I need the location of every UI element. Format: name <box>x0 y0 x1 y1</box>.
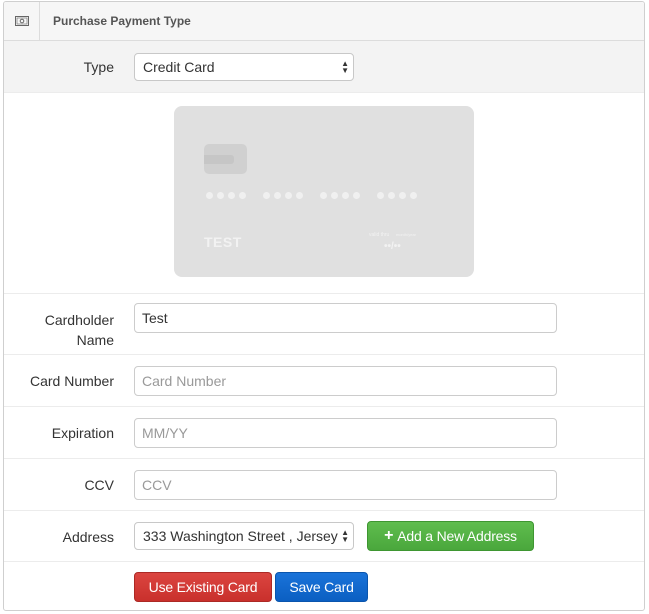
type-row: Type Credit Card ▲ ▼ <box>4 41 644 93</box>
actions-row: Use Existing Card Save Card <box>4 562 644 610</box>
ccv-input[interactable]: CCV <box>134 470 557 500</box>
address-select-value: 333 Washington Street , Jersey <box>143 528 338 544</box>
address-label: Address <box>62 529 114 545</box>
select-arrows-icon: ▲ ▼ <box>338 529 349 544</box>
cardholder-row: Cardholder Name Test <box>4 294 644 355</box>
ccv-row: CCV CCV <box>4 459 644 511</box>
card-expiry-mask: ••/•• <box>384 241 401 252</box>
card-number-label: Card Number <box>29 373 114 389</box>
ccv-label: CCV <box>84 477 114 493</box>
card-number-dot <box>342 192 349 199</box>
card-chip-icon <box>204 144 247 174</box>
card-number-dot <box>285 192 292 199</box>
payment-panel: Purchase Payment Type Type Credit Card ▲… <box>3 1 645 611</box>
cardholder-label: Cardholder Name <box>44 312 114 348</box>
expiration-input[interactable]: MM/YY <box>134 418 557 448</box>
cardholder-input[interactable]: Test <box>134 303 557 333</box>
card-number-input[interactable]: Card Number <box>134 366 557 396</box>
save-card-button[interactable]: Save Card <box>275 572 368 602</box>
expiration-row: Expiration MM/YY <box>4 407 644 459</box>
use-existing-card-button[interactable]: Use Existing Card <box>134 572 272 602</box>
card-number-dot <box>274 192 281 199</box>
card-month-label: month/year <box>396 232 417 237</box>
money-icon <box>4 2 40 40</box>
card-preview-row: TEST valid thru month/year ••/•• <box>4 93 644 294</box>
card-number-dot <box>353 192 360 199</box>
card-number-dot <box>331 192 338 199</box>
address-select[interactable]: 333 Washington Street , Jersey ▲ ▼ <box>134 522 354 550</box>
card-number-dot <box>228 192 235 199</box>
card-number-dot <box>206 192 213 199</box>
card-number-dot <box>410 192 417 199</box>
panel-title: Purchase Payment Type <box>53 14 191 28</box>
add-address-button[interactable]: + Add a New Address <box>367 521 534 551</box>
panel-header: Purchase Payment Type <box>4 2 644 41</box>
card-number-dot <box>377 192 384 199</box>
card-number-row: Card Number Card Number <box>4 355 644 407</box>
type-label: Type <box>83 59 114 75</box>
card-number-dot <box>388 192 395 199</box>
plus-icon: + <box>384 527 394 544</box>
card-number-dot <box>263 192 270 199</box>
card-valid-label: valid thru <box>369 232 390 238</box>
card-number-dot <box>217 192 224 199</box>
card-number-dot <box>239 192 246 199</box>
card-number-dot <box>320 192 327 199</box>
card-number-dot <box>296 192 303 199</box>
card-number-dot <box>399 192 406 199</box>
expiration-label: Expiration <box>51 425 114 441</box>
address-row: Address 333 Washington Street , Jersey ▲… <box>4 511 644 562</box>
card-preview: TEST valid thru month/year ••/•• <box>174 106 474 277</box>
type-select[interactable]: Credit Card ▲ ▼ <box>134 53 354 81</box>
select-arrows-icon: ▲ ▼ <box>341 59 349 75</box>
type-select-value: Credit Card <box>143 59 215 75</box>
card-name-preview: TEST <box>204 234 242 250</box>
add-address-label: Add a New Address <box>397 528 517 544</box>
